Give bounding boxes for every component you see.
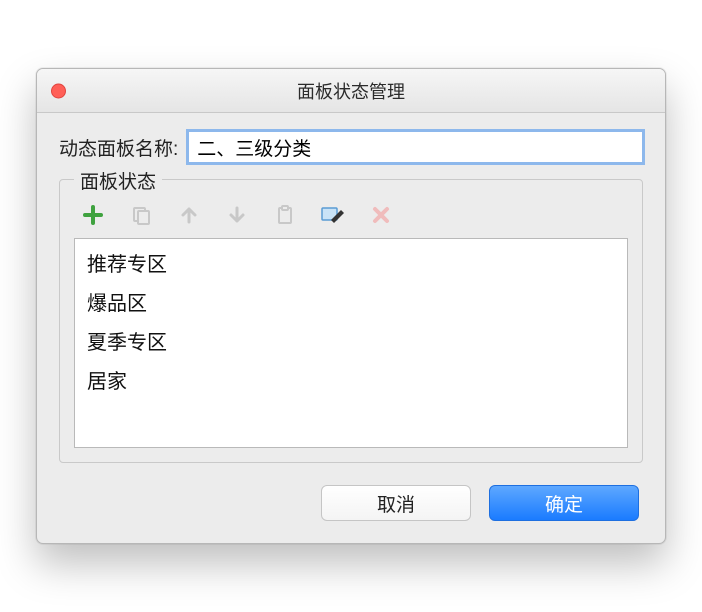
paste-icon[interactable] — [272, 202, 298, 228]
close-window-button[interactable] — [51, 83, 66, 98]
delete-icon[interactable] — [368, 202, 394, 228]
states-toolbar — [74, 198, 628, 238]
titlebar: 面板状态管理 — [37, 69, 665, 113]
edit-icon[interactable] — [320, 202, 346, 228]
panel-name-input[interactable] — [188, 131, 643, 163]
list-item[interactable]: 爆品区 — [75, 282, 627, 321]
dialog-body: 动态面板名称: 面板状态 — [37, 113, 665, 543]
arrow-up-icon[interactable] — [176, 202, 202, 228]
dialog-window: 面板状态管理 动态面板名称: 面板状态 — [36, 68, 666, 544]
list-item[interactable]: 推荐专区 — [75, 243, 627, 282]
name-label: 动态面板名称: — [59, 134, 178, 161]
arrow-down-icon[interactable] — [224, 202, 250, 228]
name-row: 动态面板名称: — [59, 131, 643, 163]
states-listbox[interactable]: 推荐专区 爆品区 夏季专区 居家 — [74, 238, 628, 448]
cancel-button[interactable]: 取消 — [321, 485, 471, 521]
add-icon[interactable] — [80, 202, 106, 228]
window-controls — [51, 83, 66, 98]
dialog-footer: 取消 确定 — [59, 485, 643, 521]
ok-button[interactable]: 确定 — [489, 485, 639, 521]
fieldset-legend: 面板状态 — [74, 167, 162, 194]
list-item[interactable]: 夏季专区 — [75, 321, 627, 360]
dialog-title: 面板状态管理 — [297, 78, 405, 104]
panel-states-fieldset: 面板状态 — [59, 179, 643, 463]
duplicate-icon[interactable] — [128, 202, 154, 228]
list-item[interactable]: 居家 — [75, 360, 627, 399]
